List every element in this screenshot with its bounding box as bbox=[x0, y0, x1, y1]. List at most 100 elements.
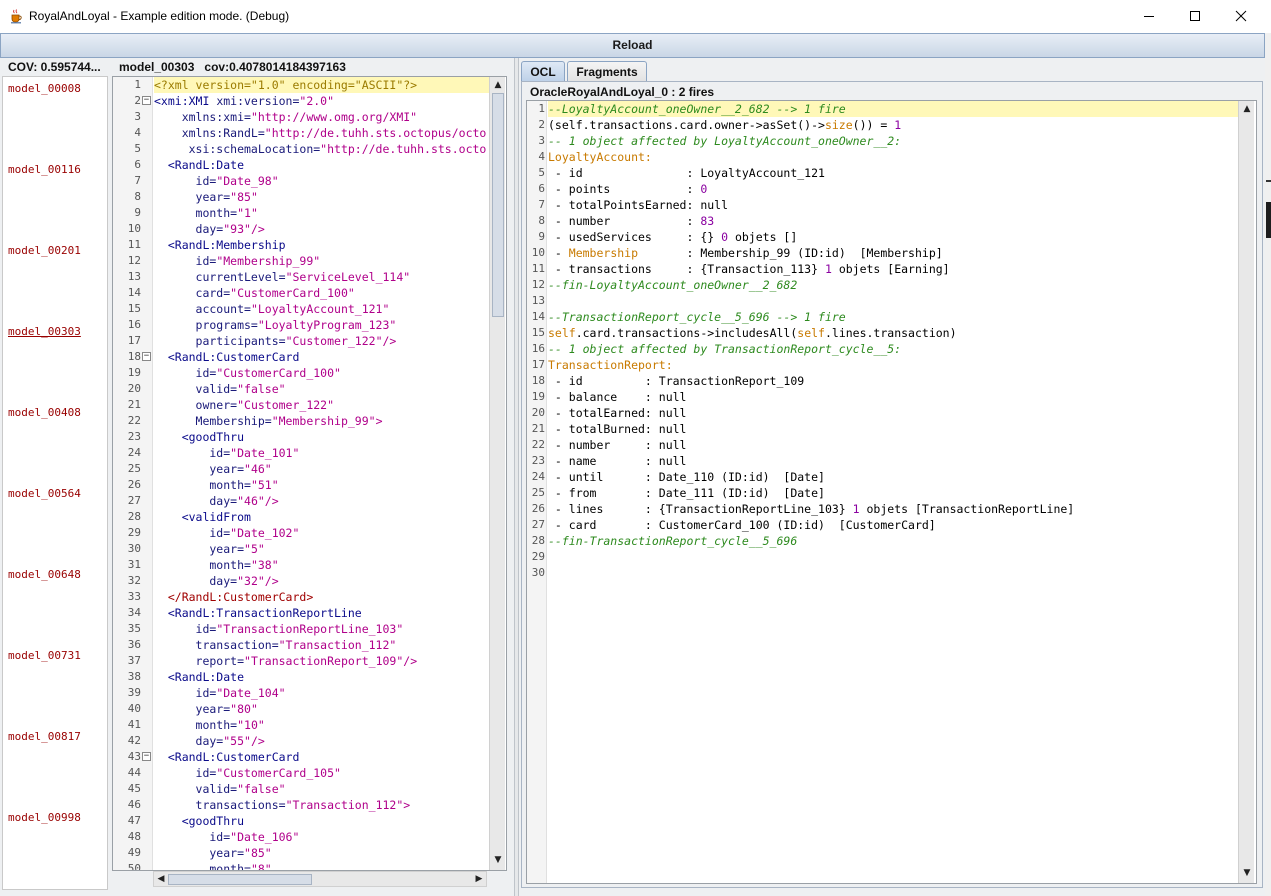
code-line: year="5" bbox=[154, 541, 489, 557]
code-token: "2.0" bbox=[299, 94, 335, 108]
model-list-item[interactable]: model_00408 bbox=[8, 406, 81, 419]
code-line: xsi:schemaLocation="http://de.tuhh.sts.o… bbox=[154, 141, 489, 157]
line-number: 11 bbox=[531, 262, 545, 275]
ocl-code-area[interactable]: --LoyaltyAccount_oneOwner__2_682 --> 1 f… bbox=[548, 101, 1242, 883]
line-number: 22 bbox=[127, 414, 141, 427]
scroll-left-icon[interactable]: ◀ bbox=[154, 872, 168, 886]
line-number: 17 bbox=[127, 334, 141, 347]
ocl-editor[interactable]: 1 2 3 4 5 6 7 8 9 10 11 12 13 14 15 16 17 18 19 20 21 22 23 24 2… bbox=[526, 100, 1257, 884]
code-line: - totalBurned: null bbox=[548, 421, 1242, 437]
tab-bar: OCL Fragments bbox=[521, 60, 1265, 82]
code-token: objets [TransactionReportLine] bbox=[859, 502, 1075, 516]
line-number: 8 bbox=[538, 214, 545, 227]
code-token: "5" bbox=[244, 542, 265, 556]
code-token: id= bbox=[154, 526, 231, 540]
line-number: 16 bbox=[127, 318, 141, 331]
line-number: 23 bbox=[531, 454, 545, 467]
code-token: - totalEarned: null bbox=[548, 406, 687, 420]
code-line: <RandL:TransactionReportLine bbox=[154, 605, 489, 621]
code-line: day="55"/> bbox=[154, 733, 489, 749]
model-list-item[interactable]: model_00564 bbox=[8, 487, 81, 500]
scroll-up-icon[interactable]: ▲ bbox=[491, 78, 505, 92]
code-token: <RandL:CustomerCard bbox=[154, 350, 300, 364]
reload-button[interactable]: Reload bbox=[0, 33, 1265, 58]
code-line: id="Date_101" bbox=[154, 445, 489, 461]
line-number: 2 bbox=[134, 94, 141, 107]
code-line: <RandL:Membership bbox=[154, 237, 489, 253]
model-list-item[interactable]: model_00008 bbox=[8, 82, 81, 95]
model-list-item[interactable]: model_00998 bbox=[8, 811, 81, 824]
code-token: - id : LoyaltyAccount_121 bbox=[548, 166, 825, 180]
code-token: "Transaction_112" bbox=[285, 798, 404, 812]
line-number: 50 bbox=[127, 862, 141, 871]
code-token: --fin-LoyaltyAccount_oneOwner__2_682 bbox=[548, 278, 798, 292]
model-list-item[interactable]: model_00648 bbox=[8, 568, 81, 581]
code-token: -- 1 object affected by TransactionRepor… bbox=[548, 342, 902, 356]
tab-ocl[interactable]: OCL bbox=[521, 61, 565, 82]
code-line: id="Date_102" bbox=[154, 525, 489, 541]
ocl-vertical-scrollbar[interactable]: ▲ ▼ bbox=[1238, 101, 1254, 883]
xml-vertical-scroll-thumb[interactable] bbox=[492, 93, 504, 317]
xml-editor[interactable]: 1 2−3 4 5 6 7 8 9 10 11 12 13 14 15 16 17 18−19 20 21 22 23 2… bbox=[112, 76, 507, 871]
code-token: - from : Date_111 (ID:id) [Date] bbox=[548, 486, 825, 500]
model-list[interactable]: model_00008 model_00116 model_00201 model_0… bbox=[2, 76, 108, 890]
model-list-item[interactable]: model_00116 bbox=[8, 163, 81, 176]
code-token: id= bbox=[154, 254, 217, 268]
code-line: year="85" bbox=[154, 845, 489, 861]
line-number: 2 bbox=[538, 118, 545, 131]
line-number: 7 bbox=[538, 198, 545, 211]
code-token: /> bbox=[264, 574, 279, 588]
code-line: - from : Date_111 (ID:id) [Date] bbox=[548, 485, 1242, 501]
code-line: - lines : {TransactionReportLine_103} 1 … bbox=[548, 501, 1242, 517]
line-number: 10 bbox=[531, 246, 545, 259]
code-token: /> bbox=[250, 222, 265, 236]
code-token: (self.transactions.card.owner->asSet()-> bbox=[548, 118, 825, 132]
fold-toggle-icon[interactable]: − bbox=[142, 752, 151, 761]
minimize-button[interactable] bbox=[1126, 0, 1172, 32]
code-line: - Membership : Membership_99 (ID:id) [Me… bbox=[548, 245, 1242, 261]
code-line: self.card.transactions->includesAll(self… bbox=[548, 325, 1242, 341]
line-number: 14 bbox=[531, 310, 545, 323]
maximize-button[interactable] bbox=[1172, 0, 1218, 32]
code-line: month="51" bbox=[154, 477, 489, 493]
model-list-item[interactable]: model_00731 bbox=[8, 649, 81, 662]
code-token: 83 bbox=[700, 214, 715, 228]
code-token: - card : CustomerCard_100 (ID:id) [Custo… bbox=[548, 518, 936, 532]
code-token: - number : null bbox=[548, 438, 687, 452]
line-number: 22 bbox=[531, 438, 545, 451]
code-line: - totalEarned: null bbox=[548, 405, 1242, 421]
fold-toggle-icon[interactable]: − bbox=[142, 352, 151, 361]
xml-horizontal-scrollbar[interactable]: ◀ ▶ bbox=[153, 871, 487, 887]
scroll-right-icon[interactable]: ▶ bbox=[472, 872, 486, 886]
code-line: - until : Date_110 (ID:id) [Date] bbox=[548, 469, 1242, 485]
code-token: "Transaction_112" bbox=[278, 638, 397, 652]
line-number: 27 bbox=[127, 494, 141, 507]
panel-splitter[interactable] bbox=[514, 58, 519, 896]
code-token: "Membership_99" bbox=[216, 254, 321, 268]
code-line: <RandL:CustomerCard bbox=[154, 349, 489, 365]
model-header: model_00303 cov:0.4078014184397163 bbox=[112, 58, 512, 76]
xml-horizontal-scroll-thumb[interactable] bbox=[168, 874, 312, 885]
code-token: "http://de.tuhh.sts.octopus/octo bbox=[264, 126, 487, 140]
model-list-item[interactable]: model_00817 bbox=[8, 730, 81, 743]
scroll-down-icon[interactable]: ▼ bbox=[491, 853, 505, 867]
close-button[interactable] bbox=[1218, 0, 1264, 32]
tab-fragments[interactable]: Fragments bbox=[567, 61, 647, 82]
scroll-up-icon[interactable]: ▲ bbox=[1240, 102, 1254, 116]
model-list-item[interactable]: model_00201 bbox=[8, 244, 81, 257]
code-line: id="Date_98" bbox=[154, 173, 489, 189]
xml-code-area[interactable]: <?xml version="1.0" encoding="ASCII"?> <x… bbox=[154, 77, 489, 870]
line-number: 39 bbox=[127, 686, 141, 699]
code-token: "46" bbox=[244, 462, 272, 476]
code-line: id="TransactionReportLine_103" bbox=[154, 621, 489, 637]
model-list-item[interactable]: model_00303 bbox=[8, 325, 81, 338]
code-token: "1" bbox=[237, 206, 258, 220]
xml-vertical-scrollbar[interactable]: ▲ ▼ bbox=[489, 77, 505, 870]
scroll-down-icon[interactable]: ▼ bbox=[1240, 866, 1254, 880]
fold-toggle-icon[interactable]: − bbox=[142, 96, 151, 105]
line-number: 5 bbox=[538, 166, 545, 179]
code-line: month="8" bbox=[154, 861, 489, 870]
code-token: "CustomerCard_100" bbox=[216, 366, 341, 380]
oracle-header: OracleRoyalAndLoyal_0 : 2 fires bbox=[530, 85, 715, 99]
